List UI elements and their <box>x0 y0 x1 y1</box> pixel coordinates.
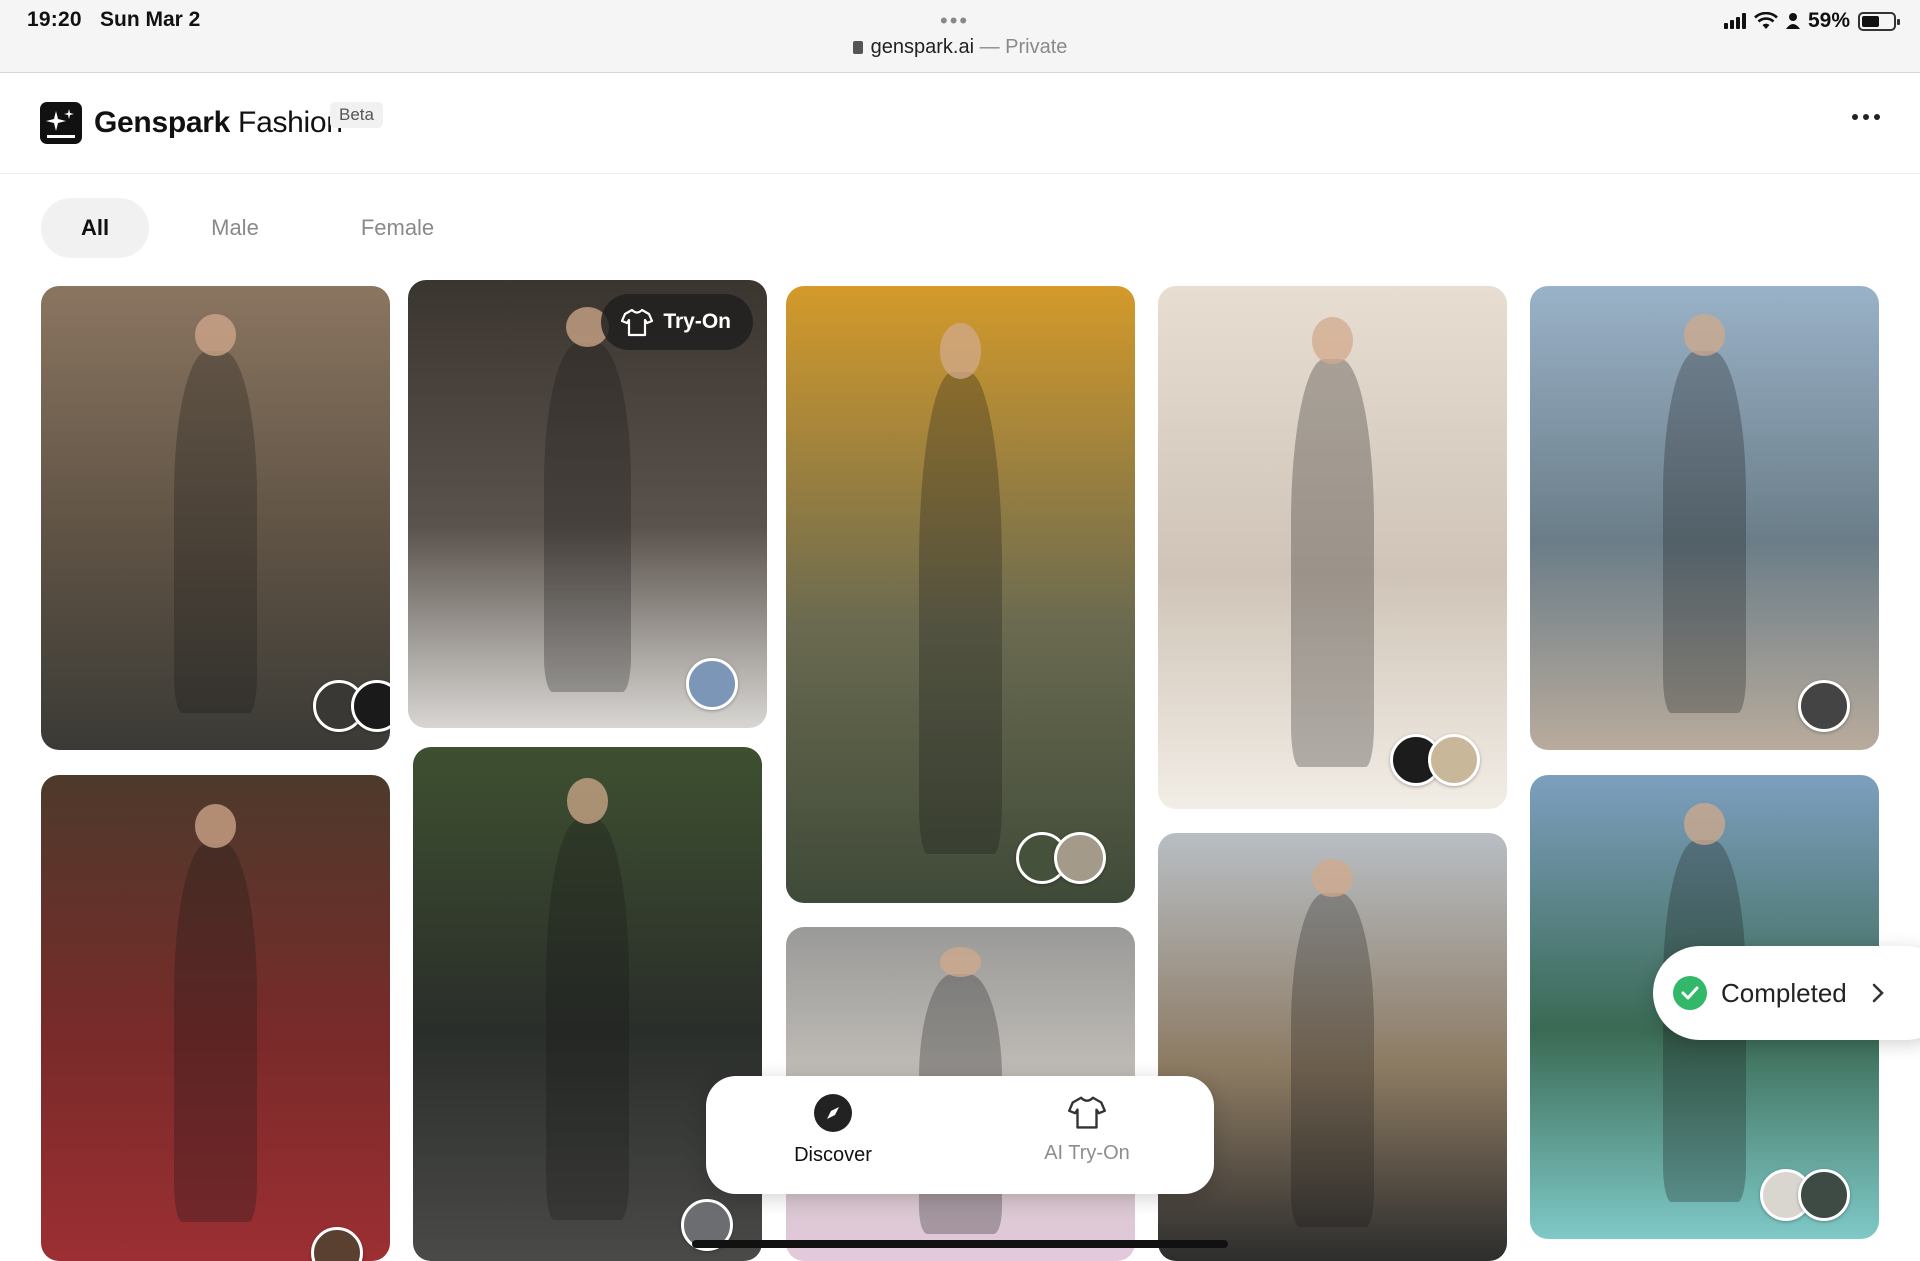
outfit-card[interactable] <box>786 286 1135 903</box>
wifi-icon <box>1754 12 1778 29</box>
nav-ai-try-on[interactable]: AI Try-On <box>960 1076 1214 1194</box>
nav-discover[interactable]: Discover <box>706 1076 960 1194</box>
address-bar[interactable]: genspark.ai — Private <box>0 36 1920 59</box>
app-header: Genspark Fashion Beta <box>0 74 1920 174</box>
outfit-card[interactable]: Try-On <box>408 280 767 728</box>
brand-name: Genspark Fashion <box>94 106 343 140</box>
chevron-right-icon <box>1872 983 1884 1003</box>
item-thumbnails[interactable] <box>311 1227 363 1261</box>
status-time: 19:20 <box>27 8 82 31</box>
gender-filter-tabs: All Male Female <box>41 198 496 258</box>
item-thumbnails[interactable] <box>313 680 390 732</box>
compass-icon <box>814 1094 852 1132</box>
person-silhouette <box>173 350 258 713</box>
item-thumbnail[interactable] <box>686 658 738 710</box>
person-head <box>194 804 237 848</box>
status-date: Sun Mar 2 <box>100 8 201 31</box>
person-head <box>566 777 609 825</box>
outfit-card[interactable] <box>1158 286 1507 809</box>
person-head <box>939 947 982 978</box>
person-head <box>939 323 982 379</box>
person-head <box>1683 802 1726 845</box>
brand-name-light: Fashion <box>238 106 343 139</box>
more-options-icon[interactable] <box>1852 114 1880 120</box>
nav-discover-label: Discover <box>794 1144 872 1166</box>
private-label: — Private <box>979 36 1068 58</box>
item-thumbnails[interactable] <box>686 658 738 710</box>
outfit-photo <box>1158 833 1507 1261</box>
outfit-photo <box>41 775 390 1261</box>
status-bar: 19:20 Sun Mar 2 ••• genspark.ai — Privat… <box>0 0 1920 73</box>
completed-toast[interactable]: Completed <box>1653 946 1920 1040</box>
genspark-logo-icon[interactable] <box>40 102 82 144</box>
shirt-icon <box>621 308 654 337</box>
outfit-card[interactable] <box>1530 286 1879 750</box>
tab-male[interactable]: Male <box>171 198 299 258</box>
item-thumbnail[interactable] <box>1428 734 1480 786</box>
tab-female[interactable]: Female <box>321 198 474 258</box>
person-silhouette <box>544 342 631 693</box>
person-silhouette <box>1290 359 1375 768</box>
item-thumbnail[interactable] <box>1798 680 1850 732</box>
item-thumbnail[interactable] <box>311 1227 363 1261</box>
outfit-card[interactable] <box>1158 833 1507 1261</box>
person-head <box>1311 858 1354 898</box>
item-thumbnails[interactable] <box>1760 1169 1850 1221</box>
battery-icon <box>1858 11 1900 31</box>
url-text: genspark.ai <box>870 36 975 58</box>
browser-menu-dots-icon[interactable]: ••• <box>940 8 969 34</box>
outfit-card[interactable] <box>41 775 390 1261</box>
beta-badge: Beta <box>330 102 383 128</box>
tab-all[interactable]: All <box>41 198 150 258</box>
person-silhouette <box>1290 892 1375 1227</box>
item-thumbnails[interactable] <box>1798 680 1850 732</box>
nav-ai-try-on-label: AI Try-On <box>1044 1142 1130 1164</box>
try-on-button[interactable]: Try-On <box>601 294 753 350</box>
battery-percent: 59% <box>1807 9 1850 32</box>
completed-label: Completed <box>1721 977 1847 1008</box>
person-silhouette <box>545 818 630 1220</box>
bottom-navigation: Discover AI Try-On <box>706 1076 1214 1194</box>
lock-icon <box>852 41 863 54</box>
person-icon <box>1785 13 1800 29</box>
check-circle-icon <box>1673 976 1707 1010</box>
cellular-signal-icon <box>1723 13 1746 29</box>
person-head <box>194 313 237 356</box>
item-thumbnail[interactable] <box>1798 1169 1850 1221</box>
outfit-photo <box>1158 286 1507 809</box>
item-thumbnail[interactable] <box>1054 832 1106 884</box>
person-silhouette <box>173 843 258 1223</box>
person-silhouette <box>1662 350 1747 713</box>
person-head <box>1311 317 1354 365</box>
person-silhouette <box>918 372 1003 854</box>
outfit-card[interactable] <box>41 286 390 750</box>
shirt-icon <box>1068 1096 1106 1129</box>
outfit-photo <box>786 286 1135 903</box>
try-on-label: Try-On <box>663 310 731 333</box>
home-indicator[interactable] <box>692 1240 1228 1248</box>
brand-name-bold: Genspark <box>94 106 230 139</box>
person-head <box>1683 313 1726 356</box>
item-thumbnails[interactable] <box>1390 734 1480 786</box>
item-thumbnails[interactable] <box>1016 832 1106 884</box>
status-icons: 59% <box>1723 9 1900 33</box>
